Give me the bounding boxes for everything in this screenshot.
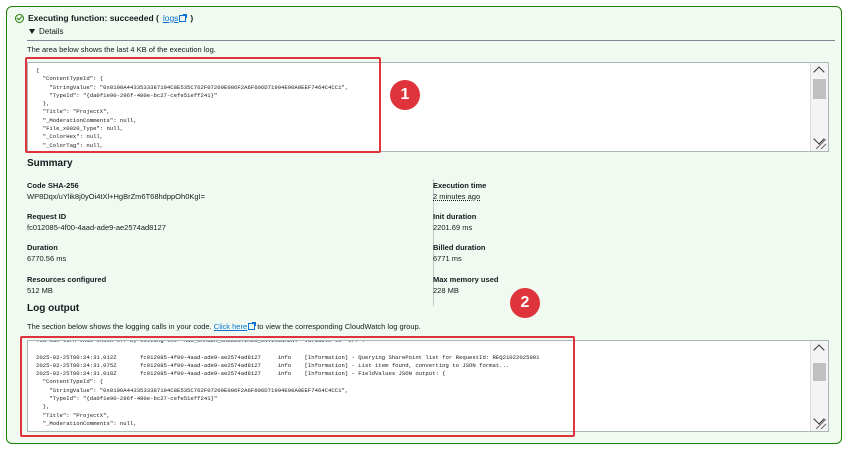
details-toggle[interactable]: Details: [29, 27, 63, 36]
summary-heading: Summary: [27, 158, 73, 169]
cloudwatch-link-label: Click here: [213, 322, 248, 331]
details-divider: [27, 40, 835, 41]
execution-log-description: The area below shows the last 4 KB of th…: [27, 45, 216, 54]
caret-down-icon: [29, 29, 35, 34]
log-output-heading: Log output: [27, 303, 80, 314]
callout-badge-2: 2: [510, 288, 540, 318]
metric-value: fc012085-4f00-4aad-ade9-ae2574ad8127: [27, 223, 166, 232]
success-check-icon: [15, 13, 24, 23]
metric-label: Duration: [27, 243, 58, 252]
metric-label: Resources configured: [27, 275, 107, 284]
metric-label: Max memory used: [433, 275, 499, 284]
resize-handle-icon[interactable]: [816, 419, 826, 429]
callout-box-1: [25, 57, 381, 153]
external-link-icon: [179, 14, 188, 22]
execution-log-scrollbar[interactable]: [810, 63, 828, 151]
metric-value: WP8Dqx/uYlik8j0yOi4tXl+HgBrZm6T68hdppOh0…: [27, 192, 206, 201]
metric-label: Code SHA-256: [27, 181, 79, 190]
status-text: Executing function: succeeded (: [28, 13, 159, 23]
metric-label: Request ID: [27, 212, 67, 221]
metric-value: 2 minutes ago: [433, 192, 481, 201]
scroll-thumb[interactable]: [813, 363, 826, 381]
metric-label: Execution time: [433, 181, 487, 190]
callout-box-2: [20, 336, 575, 437]
metric-value: 6771 ms: [433, 254, 462, 263]
metric-value: 228 MB: [433, 286, 459, 295]
execution-status: Executing function: succeeded (logs): [15, 13, 193, 23]
log-output-description-post: to view the corresponding CloudWatch log…: [255, 322, 421, 331]
metric-value: 2201.69 ms: [433, 223, 473, 232]
log-output-description-pre: The section below shows the logging call…: [27, 322, 214, 331]
external-link-icon: [248, 322, 257, 330]
status-close-paren: ): [190, 13, 194, 23]
cloudwatch-link[interactable]: Click here: [213, 322, 257, 331]
log-output-scrollbar[interactable]: [810, 341, 828, 431]
scroll-up-icon[interactable]: [813, 66, 825, 78]
metric-label: Billed duration: [433, 243, 486, 252]
metric-value: 512 MB: [27, 286, 53, 295]
resize-handle-icon[interactable]: [816, 139, 826, 149]
details-label: Details: [39, 27, 64, 36]
scroll-thumb[interactable]: [813, 79, 826, 99]
logs-link-label: logs: [162, 13, 179, 23]
logs-link[interactable]: logs: [162, 13, 188, 23]
log-output-description: The section below shows the logging call…: [27, 322, 421, 331]
metric-value: 6770.56 ms: [27, 254, 67, 263]
scroll-up-icon[interactable]: [813, 344, 825, 356]
callout-badge-1: 1: [390, 80, 420, 110]
metric-label: Init duration: [433, 212, 477, 221]
